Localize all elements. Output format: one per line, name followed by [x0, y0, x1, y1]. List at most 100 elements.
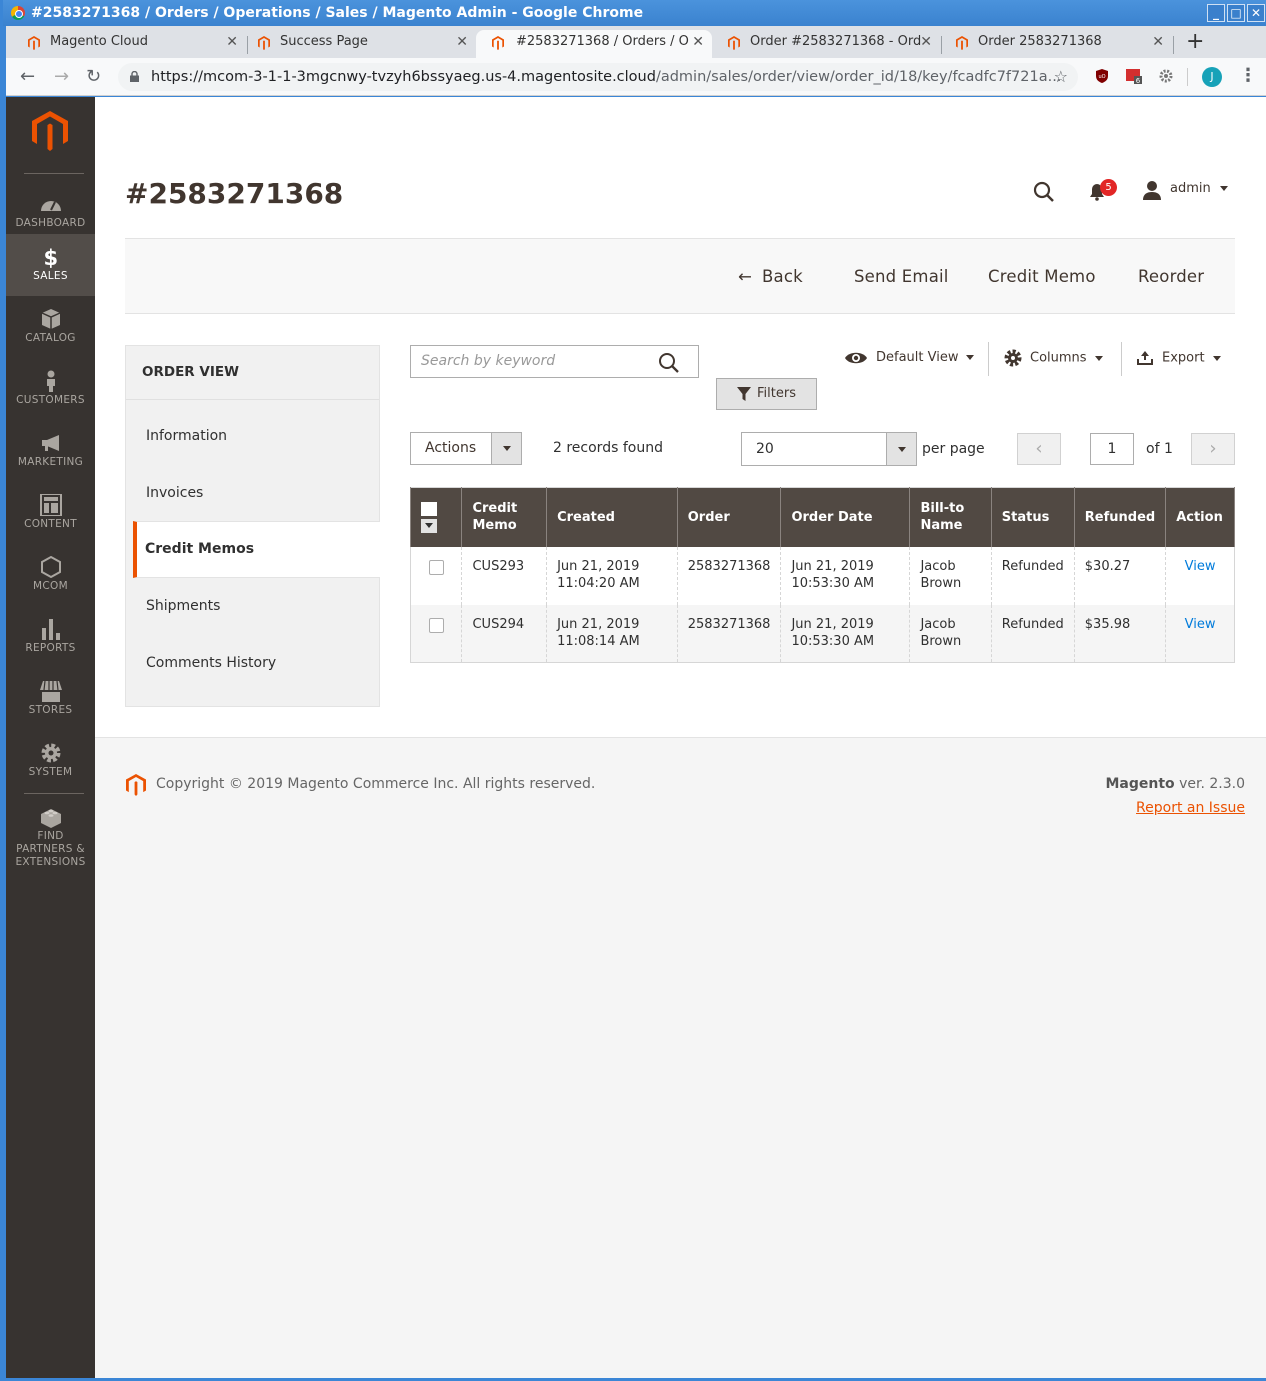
row-checkbox[interactable]	[429, 559, 444, 575]
sidebar-item-system[interactable]: SYSTEM	[6, 730, 95, 792]
back-nav-icon[interactable]: ←	[20, 66, 35, 87]
settings-extension-icon[interactable]	[1158, 68, 1174, 84]
send-email-button[interactable]: Send Email	[854, 267, 949, 286]
close-tab-icon[interactable]: ✕	[920, 30, 932, 54]
reorder-button[interactable]: Reorder	[1138, 267, 1204, 286]
credit-memo-button[interactable]: Credit Memo	[988, 267, 1096, 286]
close-tab-icon[interactable]: ✕	[226, 30, 238, 54]
tab-comments-history[interactable]: Comments History	[146, 655, 276, 671]
sidebar-item-stores[interactable]: STORES	[6, 668, 95, 730]
close-tab-icon[interactable]: ✕	[692, 30, 704, 54]
column-header[interactable]: Order Date	[780, 487, 911, 547]
user-icon[interactable]	[1142, 181, 1162, 200]
search-icon[interactable]	[658, 352, 680, 374]
select-all-checkbox[interactable]	[421, 501, 437, 516]
export-dropdown[interactable]: Export	[1136, 350, 1221, 366]
sidebar-item-reports[interactable]: REPORTS	[6, 606, 95, 668]
per-page-select[interactable]: 20	[741, 432, 917, 466]
ublock-extension-icon[interactable]: uO	[1094, 68, 1110, 84]
tab-shipments[interactable]: Shipments	[146, 598, 220, 614]
dashboard-icon	[40, 201, 61, 211]
minimize-button[interactable]: _	[1207, 4, 1225, 22]
sidebar-item-content[interactable]: CONTENT	[6, 482, 95, 544]
storefront-icon	[39, 680, 62, 702]
new-tab-button[interactable]: +	[1186, 30, 1204, 54]
browser-window: #2583271368 / Orders / Operations / Sale…	[0, 0, 1266, 1381]
eye-icon	[845, 352, 867, 363]
column-header[interactable]: Created	[546, 487, 678, 547]
chevron-down-icon	[898, 447, 906, 452]
person-icon	[46, 370, 55, 392]
lock-icon	[130, 71, 139, 82]
browser-tab[interactable]: Order 2583271368 ✕	[936, 30, 1172, 58]
copyright-text: Copyright © 2019 Magento Commerce Inc. A…	[156, 776, 596, 792]
browser-tab[interactable]: Magento Cloud ✕	[8, 30, 246, 58]
url-path: /admin/sales/order/view/order_id/18/key/…	[655, 69, 1062, 85]
close-tab-icon[interactable]: ✕	[1152, 30, 1164, 54]
tab-title: Success Page	[280, 34, 368, 49]
table-row: CUS294 Jun 21, 2019 11:08:14 AM 25832713…	[409, 604, 1235, 663]
browser-tab-active[interactable]: #2583271368 / Orders / O ✕	[476, 30, 712, 58]
sidebar-item-mcom[interactable]: MCOM	[6, 544, 95, 606]
sidebar-item-find-partners[interactable]: FIND PARTNERS & EXTENSIONS	[6, 794, 95, 874]
url-input[interactable]: https://mcom-3-1-1-3mgcnwy-tvzyh6bssyaeg…	[118, 63, 1078, 91]
browser-tab[interactable]: Success Page ✕	[238, 30, 476, 58]
report-issue-link[interactable]: Report an Issue	[1136, 800, 1245, 816]
close-tab-icon[interactable]: ✕	[456, 30, 468, 54]
default-view-dropdown[interactable]: Default View	[844, 350, 975, 365]
magento-logo-icon[interactable]	[32, 111, 68, 151]
tab-information[interactable]: Information	[146, 428, 227, 444]
bill-to-cell: Jacob Brown	[909, 604, 992, 663]
admin-user-menu[interactable]: admin	[1170, 181, 1228, 196]
sidebar-item-catalog[interactable]: CATALOG	[6, 296, 95, 358]
address-bar-row: ← → ↻ https://mcom-3-1-1-3mgcnwy-tvzyh6b…	[6, 58, 1266, 96]
extension-icon[interactable]: 6	[1126, 68, 1142, 84]
column-header[interactable]: Status	[990, 487, 1075, 547]
next-page-button[interactable]: ›	[1191, 433, 1235, 465]
forward-nav-icon[interactable]: →	[54, 66, 69, 87]
filters-button[interactable]: Filters	[716, 378, 817, 410]
global-search-icon[interactable]	[1033, 181, 1055, 203]
bookmark-star-icon[interactable]: ☆	[1054, 63, 1068, 91]
notification-count-badge[interactable]: 5	[1100, 179, 1117, 196]
column-header[interactable]: Bill-to Name	[909, 487, 992, 547]
page-number-input[interactable]: 1	[1090, 433, 1134, 465]
tab-invoices[interactable]: Invoices	[146, 485, 203, 501]
mass-actions-dropdown[interactable]: Actions	[410, 432, 522, 465]
chrome-icon	[11, 6, 25, 20]
column-header[interactable]: Credit Memo	[461, 487, 548, 547]
mass-select-dropdown[interactable]	[421, 518, 437, 533]
view-link[interactable]: View	[1176, 616, 1224, 633]
close-window-button[interactable]: ✕	[1247, 4, 1265, 22]
previous-page-button[interactable]: ‹	[1017, 433, 1061, 465]
column-header[interactable]: Action	[1165, 487, 1235, 547]
row-checkbox[interactable]	[429, 617, 444, 633]
total-pages: of 1	[1146, 441, 1173, 457]
order-view-title: ORDER VIEW	[142, 364, 239, 380]
column-header[interactable]: Refunded	[1073, 487, 1167, 547]
view-link[interactable]: View	[1176, 558, 1224, 575]
mass-select-header[interactable]	[409, 487, 463, 547]
sidebar-item-marketing[interactable]: MARKETING	[6, 420, 95, 482]
chevron-down-icon	[1219, 186, 1228, 191]
svg-text:$: $	[43, 246, 58, 268]
browser-tab[interactable]: Order #2583271368 - Ord ✕	[708, 30, 940, 58]
chevron-down-icon	[1094, 355, 1103, 361]
sidebar-item-customers[interactable]: CUSTOMERS	[6, 358, 95, 420]
keyword-search-input[interactable]: Search by keyword	[410, 345, 699, 378]
tab-credit-memos[interactable]: Credit Memos	[133, 521, 380, 578]
sidebar-item-sales[interactable]: $ SALES	[6, 234, 95, 296]
magento-favicon-icon	[728, 36, 740, 50]
reload-icon[interactable]: ↻	[86, 66, 101, 87]
layout-icon	[39, 494, 62, 516]
columns-dropdown[interactable]: Columns	[1004, 349, 1103, 367]
maximize-button[interactable]: □	[1227, 4, 1245, 22]
magento-favicon-icon	[492, 36, 504, 50]
back-button[interactable]: ← Back	[738, 267, 803, 286]
created-cell: Jun 21, 2019 11:08:14 AM	[546, 604, 678, 663]
browser-menu-icon[interactable]: ⋮	[1239, 65, 1257, 86]
magento-footer-logo-icon	[126, 774, 146, 796]
profile-avatar[interactable]: J	[1202, 67, 1222, 87]
refunded-cell: $35.98	[1073, 604, 1167, 663]
column-header[interactable]: Order	[676, 487, 782, 547]
